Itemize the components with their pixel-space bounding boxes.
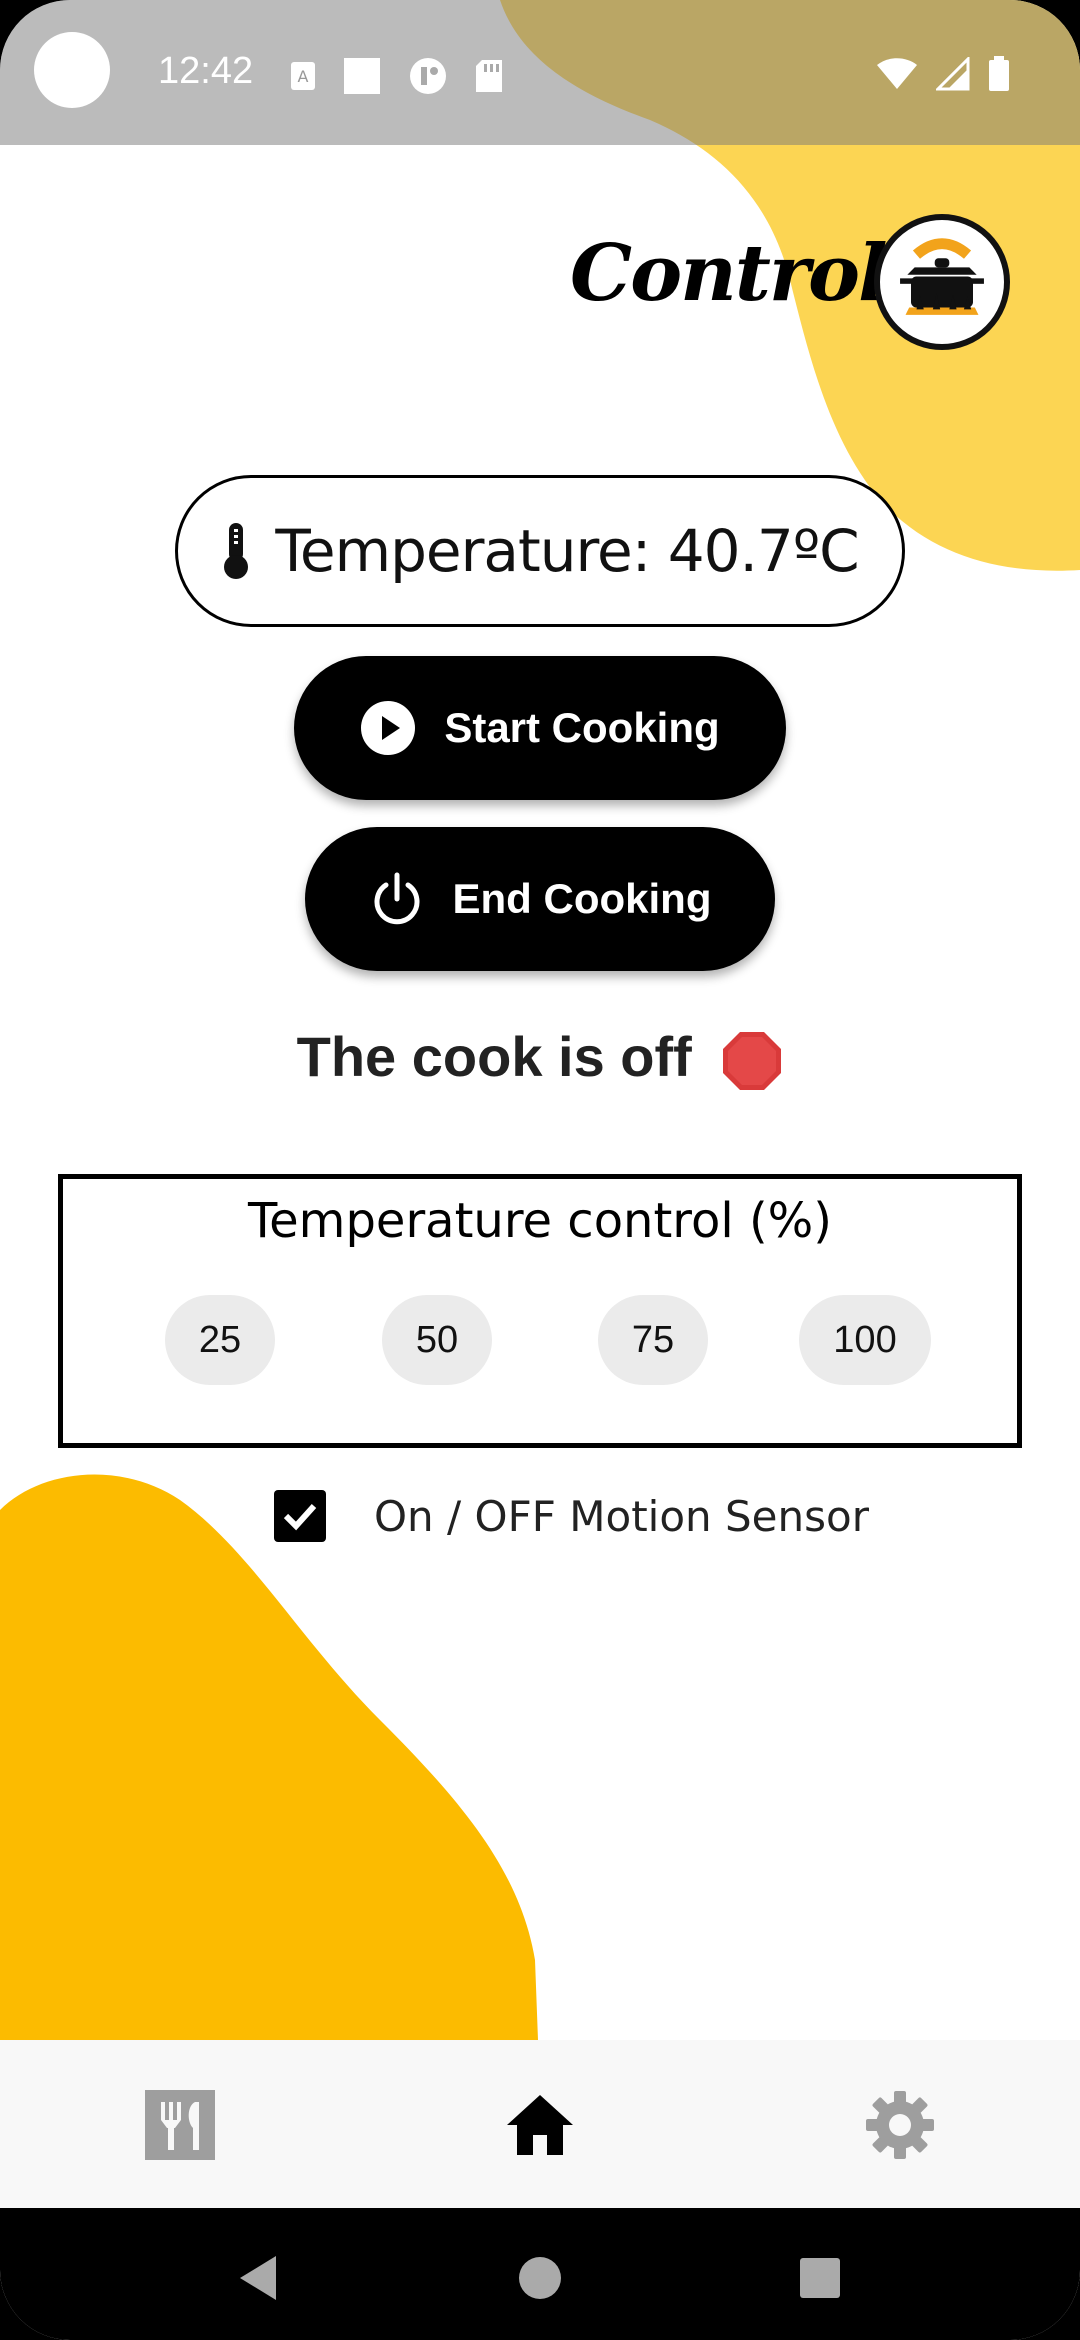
battery-icon	[989, 56, 1009, 91]
square-notification-icon	[344, 58, 380, 94]
home-icon	[507, 2095, 573, 2155]
end-cooking-label: End Cooking	[452, 875, 712, 922]
status-time: 12:42	[158, 50, 254, 92]
notification-icons: A	[290, 56, 504, 96]
play-circle-icon	[361, 701, 416, 755]
bottom-navigation	[0, 2040, 1080, 2208]
end-cooking-button[interactable]: End Cooking	[305, 827, 775, 971]
nav-settings[interactable]	[845, 2070, 955, 2180]
motion-sensor-checkbox[interactable]	[274, 1490, 326, 1542]
temperature-value: Temperature: 40.7ºC	[275, 517, 859, 585]
status-bar: 12:42 A	[0, 0, 1080, 145]
wifi-icon	[877, 58, 917, 89]
settings-icon	[866, 2091, 934, 2159]
temperature-display: Temperature: 40.7ºC	[175, 475, 905, 627]
back-button[interactable]	[228, 2248, 288, 2308]
app-logo	[874, 214, 1010, 350]
app-screen: 12:42 A Control Temperature: 40.7ºC Star…	[0, 0, 1080, 2340]
start-cooking-button[interactable]: Start Cooking	[294, 656, 786, 800]
nav-home[interactable]	[485, 2070, 595, 2180]
temp-option-25[interactable]: 25	[165, 1295, 275, 1385]
home-circle-icon	[519, 2257, 561, 2299]
app-notification-icon	[410, 58, 446, 94]
temperature-control-panel: Temperature control (%) 25 50 75 100	[58, 1174, 1022, 1448]
thermometer-icon	[224, 523, 249, 579]
recents-button[interactable]	[790, 2248, 850, 2308]
cook-status-label: The cook is off	[296, 1025, 692, 1088]
stop-sign-icon	[723, 1032, 782, 1091]
signal-icon	[936, 57, 970, 91]
page-title: Control	[570, 228, 888, 319]
camera-cutout	[34, 32, 110, 108]
nav-dining[interactable]	[125, 2070, 235, 2180]
system-navigation-bar	[0, 2208, 1080, 2340]
svg-text:A: A	[298, 67, 309, 86]
start-cooking-label: Start Cooking	[444, 704, 720, 751]
power-icon	[374, 872, 419, 925]
temp-option-100[interactable]: 100	[799, 1295, 931, 1385]
cook-status: The cook is off	[0, 1024, 1080, 1092]
font-notification-icon: A	[291, 62, 315, 90]
cooking-pot-logo-icon	[889, 229, 995, 335]
back-triangle-icon	[240, 2256, 276, 2300]
dining-icon	[145, 2090, 215, 2160]
system-status-icons	[876, 56, 1010, 92]
temp-option-50[interactable]: 50	[382, 1295, 492, 1385]
temperature-control-title: Temperature control (%)	[247, 1193, 832, 1249]
motion-sensor-row: On / OFF Motion Sensor	[274, 1490, 869, 1542]
recents-square-icon	[800, 2258, 840, 2298]
temp-option-75[interactable]: 75	[598, 1295, 708, 1385]
check-icon	[283, 1503, 317, 1531]
home-system-button[interactable]	[510, 2248, 570, 2308]
sd-card-icon	[476, 60, 502, 92]
motion-sensor-label: On / OFF Motion Sensor	[374, 1491, 869, 1541]
